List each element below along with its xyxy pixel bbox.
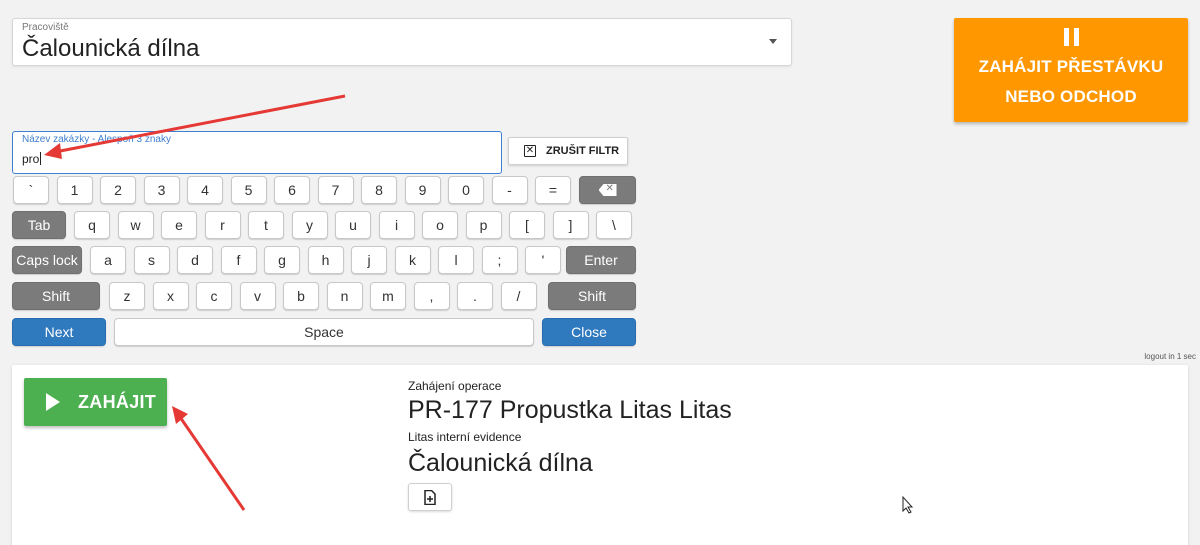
key[interactable]: 6 (274, 176, 310, 204)
key[interactable]: 4 (187, 176, 223, 204)
key[interactable]: p (465, 211, 502, 239)
key[interactable]: 5 (230, 176, 267, 204)
add-document-button[interactable] (408, 483, 452, 511)
key[interactable]: = (535, 176, 571, 204)
operation-start-label: Zahájení operace (408, 379, 502, 393)
key[interactable]: ' (525, 246, 561, 274)
key[interactable]: , (413, 282, 450, 310)
key[interactable]: r (204, 211, 241, 239)
key[interactable]: 2 (100, 176, 136, 204)
operation-title: PR-177 Propustka Litas Litas (408, 396, 732, 424)
key[interactable]: v (239, 282, 276, 310)
key[interactable]: \ (596, 211, 632, 239)
key[interactable]: 9 (404, 176, 441, 204)
close-box-icon: ✕ (524, 145, 536, 157)
operation-subtitle: Litas interní evidence (408, 430, 522, 444)
key[interactable]: . (457, 282, 493, 310)
key[interactable]: f (220, 246, 257, 274)
start-button[interactable]: ZAHÁJIT (24, 378, 167, 426)
key[interactable]: ` (13, 176, 49, 204)
text-cursor (40, 152, 42, 165)
key[interactable]: j (351, 246, 387, 274)
key[interactable]: 7 (317, 176, 354, 204)
key[interactable]: q (74, 211, 110, 239)
workplace-value: Čalounická dílna (22, 35, 200, 62)
start-button-label: ZAHÁJIT (78, 391, 157, 412)
backspace-icon (598, 184, 617, 196)
key[interactable]: g (264, 246, 300, 274)
play-icon (46, 393, 60, 411)
key[interactable]: - (491, 176, 528, 204)
caps-lock-key[interactable]: Caps lock (12, 246, 82, 274)
key[interactable]: d (177, 246, 213, 274)
operation-card (12, 365, 1188, 545)
shift-key-right[interactable]: Shift (548, 282, 636, 310)
key[interactable]: s (133, 246, 170, 274)
key[interactable]: 0 (448, 176, 484, 204)
key[interactable]: 3 (143, 176, 180, 204)
file-plus-icon (424, 489, 436, 505)
pause-button-line1: ZAHÁJIT PŘESTÁVKU (978, 57, 1164, 76)
key[interactable]: o (422, 211, 458, 239)
next-key[interactable]: Next (12, 318, 106, 346)
cancel-filter-label: ZRUŠIT FILTR (546, 145, 620, 157)
key[interactable]: u (335, 211, 371, 239)
key[interactable]: k (394, 246, 431, 274)
cancel-filter-button[interactable]: ✕ ZRUŠIT FILTR (508, 137, 628, 165)
pause-button-line2: NEBO ODCHOD (1005, 87, 1137, 106)
key[interactable]: y (291, 211, 328, 239)
enter-key[interactable]: Enter (566, 246, 636, 274)
filter-value-wrap: pro (22, 152, 42, 166)
key[interactable]: z (109, 282, 145, 310)
tab-key[interactable]: Tab (12, 211, 66, 239)
key[interactable]: n (326, 282, 363, 310)
filter-label: Název zakázky - Alespoň 3 znaky (22, 134, 171, 145)
space-key[interactable]: Space (114, 318, 534, 346)
key[interactable]: x (152, 282, 189, 310)
key[interactable]: / (500, 282, 537, 310)
logout-countdown: logout in 1 sec (1144, 352, 1196, 361)
key[interactable]: w (117, 211, 154, 239)
backspace-key[interactable] (579, 176, 636, 204)
key[interactable]: e (161, 211, 197, 239)
key[interactable]: ] (552, 211, 589, 239)
operation-workplace: Čalounická dílna (408, 449, 593, 477)
order-name-filter-field[interactable]: Název zakázky - Alespoň 3 znaky pro (12, 131, 502, 174)
key[interactable]: c (196, 282, 232, 310)
shift-key-left[interactable]: Shift (12, 282, 100, 310)
pause-or-leave-button[interactable]: ZAHÁJIT PŘESTÁVKU NEBO ODCHOD (954, 18, 1188, 122)
key[interactable]: b (283, 282, 319, 310)
key[interactable]: h (307, 246, 344, 274)
key[interactable]: t (248, 211, 284, 239)
key[interactable]: ; (481, 246, 518, 274)
chevron-down-icon (769, 39, 777, 44)
key[interactable]: m (370, 282, 406, 310)
key[interactable]: i (378, 211, 415, 239)
key[interactable]: [ (509, 211, 545, 239)
workplace-select[interactable]: Pracoviště Čalounická dílna (12, 18, 792, 66)
key[interactable]: 1 (56, 176, 93, 204)
filter-input-value: pro (22, 152, 40, 166)
pause-icon (954, 28, 1188, 46)
workplace-label: Pracoviště (22, 22, 69, 33)
key[interactable]: a (90, 246, 126, 274)
key[interactable]: 8 (361, 176, 397, 204)
close-key[interactable]: Close (542, 318, 636, 346)
key[interactable]: l (438, 246, 474, 274)
